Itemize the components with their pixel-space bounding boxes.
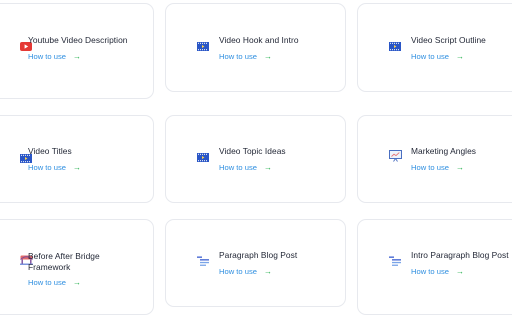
presentation-board-icon — [388, 149, 402, 163]
film-icon — [388, 39, 402, 53]
how-to-use-label: How to use — [28, 162, 66, 172]
arrow-right-icon: → — [73, 51, 81, 61]
card-title: Intro Paragraph Blog Post — [411, 250, 509, 260]
card-title: Video Titles — [28, 146, 72, 156]
film-icon — [196, 39, 210, 53]
card-title: Video Topic Ideas — [219, 146, 286, 156]
card-title: Video Hook and Intro — [219, 35, 299, 45]
how-to-use-link[interactable]: How to use → — [411, 267, 464, 277]
template-card-video-script-outline[interactable]: Video Script Outline How to use → — [357, 3, 512, 92]
arrow-right-icon: → — [264, 266, 272, 276]
arrow-right-icon: → — [73, 162, 81, 172]
film-icon — [196, 150, 210, 164]
template-card-youtube-video-description[interactable]: Youtube Video Description How to use → — [0, 3, 154, 99]
how-to-use-label: How to use — [411, 162, 449, 172]
template-card-video-titles[interactable]: Video Titles How to use → — [0, 115, 154, 203]
card-title: Marketing Angles — [411, 146, 477, 156]
how-to-use-label: How to use — [219, 162, 257, 172]
how-to-use-label: How to use — [411, 51, 449, 61]
how-to-use-link[interactable]: How to use → — [219, 267, 272, 277]
how-to-use-link[interactable]: How to use → — [411, 163, 464, 173]
paragraph-lines-icon — [196, 254, 210, 268]
card-title: Video Script Outline — [411, 35, 486, 45]
template-card-intro-paragraph-blog-post[interactable]: Intro Paragraph Blog Post How to use → — [357, 219, 512, 315]
template-card-before-after-bridge-framework[interactable]: Before After Bridge Framework How to use… — [0, 219, 154, 315]
how-to-use-link[interactable]: How to use → — [411, 52, 464, 62]
template-card-video-hook-and-intro[interactable]: Video Hook and Intro How to use → — [165, 3, 346, 92]
how-to-use-label: How to use — [219, 266, 257, 276]
how-to-use-label: How to use — [219, 51, 257, 61]
template-card-marketing-angles[interactable]: Marketing Angles How to use → — [357, 115, 512, 203]
card-title: Paragraph Blog Post — [219, 250, 298, 260]
card-title: Youtube Video Description — [28, 35, 128, 45]
arrow-right-icon: → — [456, 162, 464, 172]
template-card-paragraph-blog-post[interactable]: Paragraph Blog Post How to use → — [165, 219, 346, 307]
how-to-use-label: How to use — [411, 266, 449, 276]
arrow-right-icon: → — [456, 266, 464, 276]
how-to-use-label: How to use — [28, 51, 66, 61]
arrow-right-icon: → — [456, 51, 464, 61]
template-card-video-topic-ideas[interactable]: Video Topic Ideas How to use → — [165, 115, 346, 203]
how-to-use-label: How to use — [28, 278, 66, 287]
how-to-use-link[interactable]: How to use → — [219, 163, 272, 173]
how-to-use-link[interactable]: How to use → — [28, 52, 81, 62]
arrow-right-icon: → — [73, 278, 81, 287]
how-to-use-link[interactable]: How to use → — [28, 278, 81, 288]
arrow-right-icon: → — [264, 162, 272, 172]
how-to-use-link[interactable]: How to use → — [28, 163, 81, 173]
arrow-right-icon: → — [264, 51, 272, 61]
how-to-use-link[interactable]: How to use → — [219, 52, 272, 62]
paragraph-lines-icon — [388, 254, 402, 268]
card-title: Before After Bridge Framework — [28, 251, 100, 272]
